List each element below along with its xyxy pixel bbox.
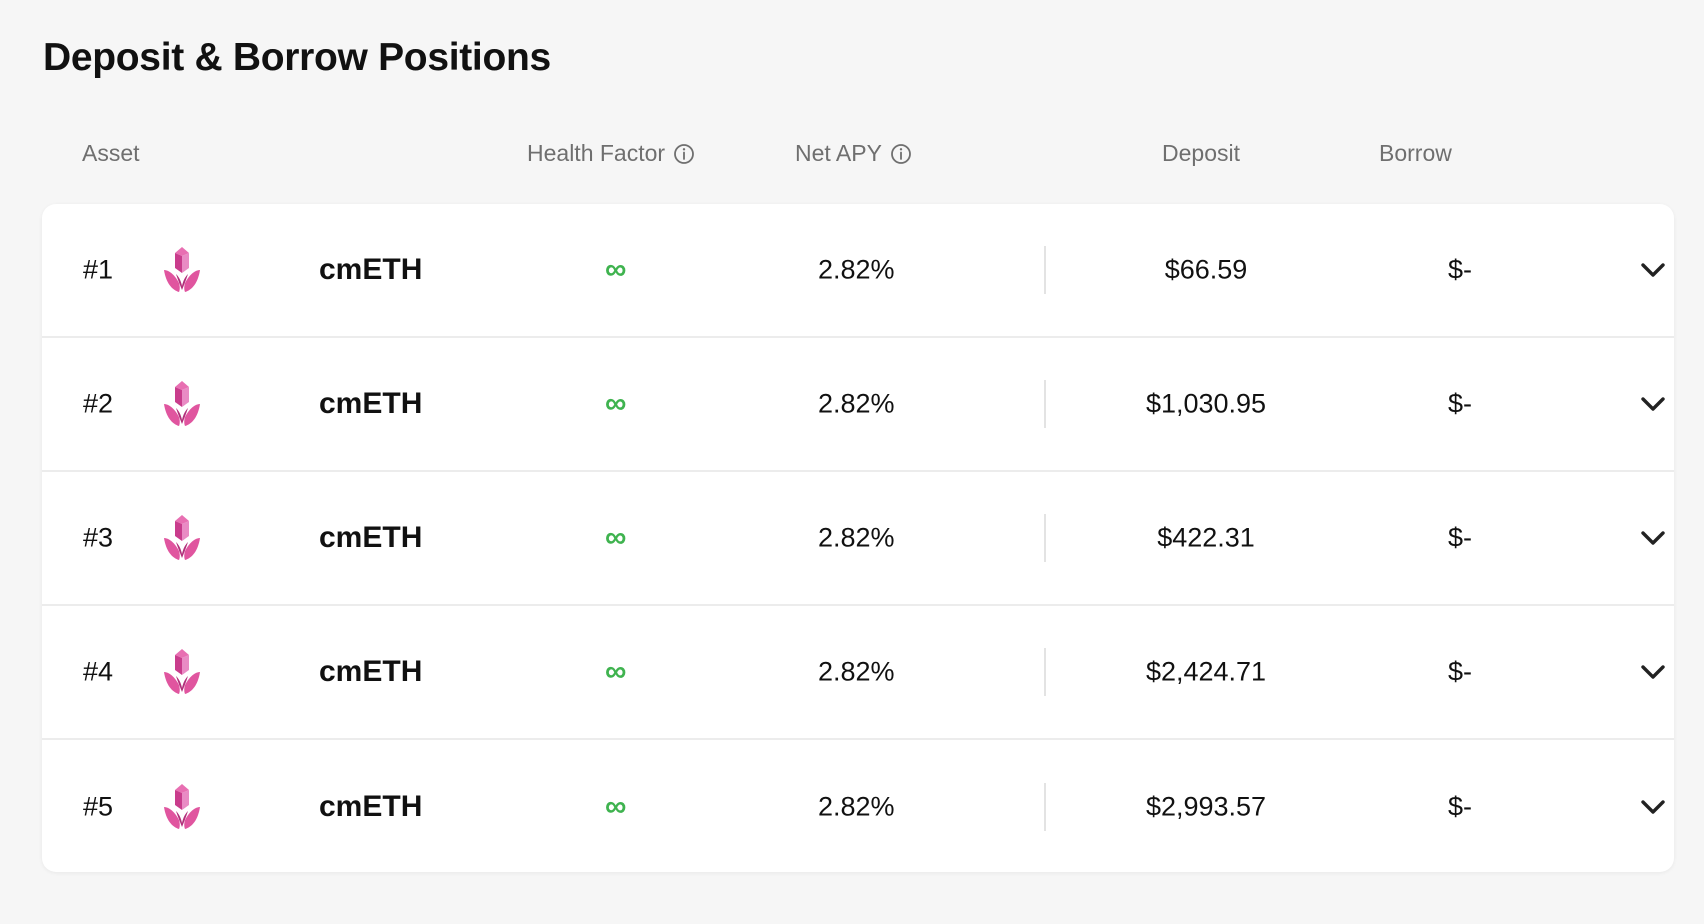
health-factor-value: ∞ xyxy=(605,387,627,420)
cmeth-logo-icon xyxy=(162,246,202,294)
cmeth-logo-icon xyxy=(162,380,202,428)
position-rank: #2 xyxy=(83,388,114,419)
chevron-down-icon[interactable] xyxy=(1638,389,1668,419)
column-header-deposit-label: Deposit xyxy=(1162,140,1240,166)
position-rank: #4 xyxy=(83,656,114,687)
column-divider xyxy=(1044,380,1046,428)
borrow-value: $- xyxy=(1448,254,1473,285)
chevron-down-icon[interactable] xyxy=(1638,255,1668,285)
column-header-deposit: Deposit xyxy=(1162,140,1240,167)
net-apy-value: 2.82% xyxy=(818,522,895,553)
deposit-value: $66.59 xyxy=(1164,254,1248,285)
deposit-value: $2,424.71 xyxy=(1145,656,1267,687)
column-header-net-apy-label: Net APY xyxy=(795,140,882,166)
column-divider xyxy=(1044,648,1046,696)
position-rank: #5 xyxy=(83,791,114,822)
chevron-down-icon[interactable] xyxy=(1638,792,1668,822)
position-rank: #1 xyxy=(83,254,114,285)
column-header-health-factor: Health Factor xyxy=(527,140,695,167)
chevron-down-icon[interactable] xyxy=(1638,657,1668,687)
table-row-5[interactable]: #5 cmETH ∞ 2.82% $2,993.57 $- xyxy=(42,740,1674,872)
chevron-down-icon[interactable] xyxy=(1638,523,1668,553)
asset-symbol: cmETH xyxy=(319,387,423,420)
deposit-value: $2,993.57 xyxy=(1145,791,1267,822)
borrow-value: $- xyxy=(1448,388,1473,419)
column-header-asset: Asset xyxy=(82,140,140,167)
position-rank: #3 xyxy=(83,522,114,553)
info-icon[interactable] xyxy=(673,143,695,165)
health-factor-value: ∞ xyxy=(605,253,627,286)
column-header-borrow: Borrow xyxy=(1379,140,1452,167)
net-apy-value: 2.82% xyxy=(818,791,895,822)
column-divider xyxy=(1044,246,1046,294)
asset-symbol: cmETH xyxy=(319,521,423,554)
table-row-4[interactable]: #4 cmETH ∞ 2.82% $2,424.71 $- xyxy=(42,606,1674,740)
column-header-health-factor-label: Health Factor xyxy=(527,140,666,166)
page-title: Deposit & Borrow Positions xyxy=(43,36,551,79)
asset-symbol: cmETH xyxy=(319,655,423,688)
column-header-net-apy: Net APY xyxy=(795,140,912,167)
info-icon[interactable] xyxy=(890,143,912,165)
table-row-2[interactable]: #2 cmETH ∞ 2.82% $1,030.95 $- xyxy=(42,338,1674,472)
cmeth-logo-icon xyxy=(162,514,202,562)
cmeth-logo-icon xyxy=(162,648,202,696)
net-apy-value: 2.82% xyxy=(818,656,895,687)
positions-page: Deposit & Borrow Positions Asset Health … xyxy=(0,0,1704,924)
borrow-value: $- xyxy=(1448,522,1473,553)
health-factor-value: ∞ xyxy=(605,790,627,823)
net-apy-value: 2.82% xyxy=(818,254,895,285)
column-header-borrow-label: Borrow xyxy=(1379,140,1452,166)
cmeth-logo-icon xyxy=(162,783,202,831)
health-factor-value: ∞ xyxy=(605,655,627,688)
table-row-3[interactable]: #3 cmETH ∞ 2.82% $422.31 $- xyxy=(42,472,1674,606)
deposit-value: $1,030.95 xyxy=(1145,388,1267,419)
column-divider xyxy=(1044,783,1046,831)
deposit-value: $422.31 xyxy=(1157,522,1255,553)
borrow-value: $- xyxy=(1448,656,1473,687)
asset-symbol: cmETH xyxy=(319,790,423,823)
column-header-asset-label: Asset xyxy=(82,140,140,166)
health-factor-value: ∞ xyxy=(605,521,627,554)
asset-symbol: cmETH xyxy=(319,253,423,286)
column-divider xyxy=(1044,514,1046,562)
table-row-1[interactable]: #1 cmETH ∞ 2.82% $66.59 $- xyxy=(42,204,1674,338)
borrow-value: $- xyxy=(1448,791,1473,822)
net-apy-value: 2.82% xyxy=(818,388,895,419)
positions-table: #1 cmETH ∞ 2.82% $66.59 $- #2 cmETH ∞ 2.… xyxy=(42,204,1674,872)
